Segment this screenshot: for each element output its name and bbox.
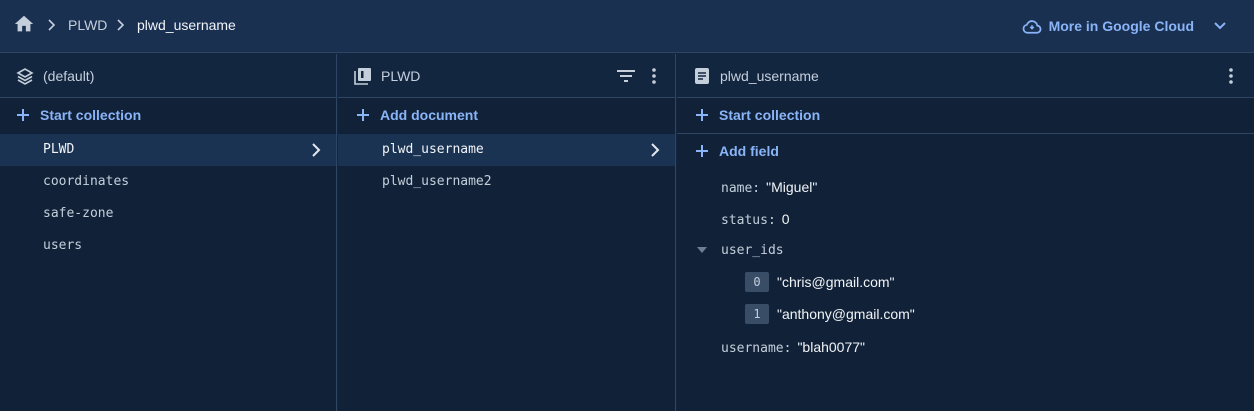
document-panel-header: plwd_username [677,54,1254,98]
start-collection-label: Start collection [719,107,821,123]
cloud-label: More in Google Cloud [1048,18,1194,34]
field-key: name: "Miguel" [721,179,818,196]
collection-item-plwd[interactable]: PLWD [0,134,336,166]
add-document-button[interactable]: Add document [338,98,675,134]
document-item-plwd-username[interactable]: plwd_username [338,134,675,166]
chevron-right-icon [117,19,125,31]
field-key: status: 0 [721,211,790,228]
root-panel: (default) Start collection PLWD coordina… [0,54,337,411]
collection-item-label: safe-zone [43,206,114,221]
add-field-label: Add field [719,143,779,159]
start-collection-label: Start collection [40,107,142,123]
collection-item-label: users [43,238,83,253]
more-vert-icon[interactable] [1222,67,1240,85]
chevron-right-icon [312,143,321,157]
collection-item-label: coordinates [43,174,130,189]
field-value: "Miguel" [766,179,818,195]
collection-panel-header: PLWD [338,54,675,98]
plus-icon [696,145,708,157]
collection-item-coordinates[interactable]: coordinates [0,166,336,198]
field-value: "blah0077" [797,339,866,355]
field-row-status[interactable]: status: 0 [677,202,1254,234]
start-collection-button[interactable]: Start collection [0,98,336,134]
collection-panel: PLWD Add document plwd_username plwd_use… [338,54,676,411]
collection-panel-title: PLWD [381,68,421,84]
collection-icon [354,68,371,85]
add-field-button[interactable]: Add field [677,134,1254,170]
document-panel-title: plwd_username [720,68,819,84]
document-icon [695,68,709,84]
more-in-google-cloud-button[interactable]: More in Google Cloud [1021,15,1230,37]
chevron-right-icon [651,143,660,157]
cloud-icon [1022,20,1041,34]
plus-icon [696,109,708,121]
root-panel-title: (default) [43,68,95,84]
collapse-triangle-icon[interactable] [697,246,707,254]
root-panel-header: (default) [0,54,336,98]
array-index-badge: 1 [745,304,769,324]
plus-icon [17,109,29,121]
document-item-plwd-username2[interactable]: plwd_username2 [338,166,675,198]
array-item-value: "chris@gmail.com" [777,274,895,290]
document-item-label: plwd_username [382,142,484,157]
collection-item-users[interactable]: users [0,230,336,262]
top-bar: PLWD plwd_username More in Google Cloud [0,0,1254,53]
document-item-label: plwd_username2 [382,174,492,189]
array-item[interactable]: 1 "anthony@gmail.com" [677,298,1254,330]
filter-icon[interactable] [616,67,636,85]
field-value: 0 [781,211,790,227]
add-document-label: Add document [380,107,478,123]
chevron-right-icon [48,19,56,31]
breadcrumb-item-collection[interactable]: PLWD [68,17,107,33]
document-panel: plwd_username Start collection Add field… [677,54,1254,411]
collection-item-safe-zone[interactable]: safe-zone [0,198,336,230]
field-key: username: "blah0077" [721,339,866,356]
chevron-down-icon [1214,22,1226,30]
array-item-value: "anthony@gmail.com" [777,306,915,322]
plus-icon [357,109,369,121]
start-subcollection-button[interactable]: Start collection [677,98,1254,134]
field-row-user-ids[interactable]: user_ids [677,234,1254,266]
field-row-name[interactable]: name: "Miguel" [677,170,1254,202]
breadcrumb-item-document[interactable]: plwd_username [137,17,236,33]
array-item[interactable]: 0 "chris@gmail.com" [677,266,1254,298]
home-icon[interactable] [13,13,35,35]
array-index-badge: 0 [745,272,769,292]
field-row-username[interactable]: username: "blah0077" [677,330,1254,362]
field-key: user_ids [721,243,784,258]
collection-item-label: PLWD [43,142,75,157]
more-vert-icon[interactable] [645,67,663,85]
database-icon [16,68,34,85]
